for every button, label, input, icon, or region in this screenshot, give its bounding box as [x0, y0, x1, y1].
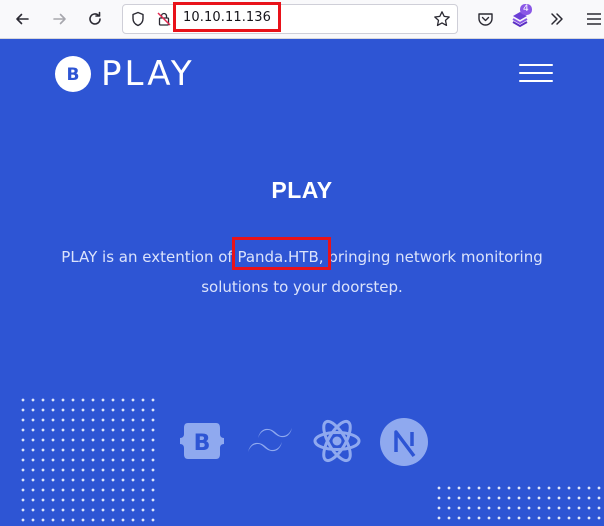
bookmark-star-icon[interactable]	[433, 10, 451, 32]
back-button[interactable]	[9, 6, 35, 32]
forward-button[interactable]	[47, 6, 73, 32]
back-arrow-icon	[16, 13, 29, 25]
bootstrap-logo-icon: B	[55, 56, 91, 92]
insecure-lock-icon[interactable]	[156, 11, 172, 31]
tailwind-icon	[246, 426, 294, 460]
bootstrap-icon: B	[179, 420, 225, 466]
reload-button[interactable]	[82, 6, 108, 32]
htb-highlight-box	[232, 237, 331, 270]
pocket-icon[interactable]	[477, 11, 494, 31]
menu-icon[interactable]	[586, 11, 602, 31]
reload-icon	[89, 11, 101, 25]
decorative-dot-grid-right	[434, 483, 604, 526]
url-highlight-box	[173, 2, 281, 32]
brand-name: PLAY	[101, 54, 195, 94]
browser-toolbar: 10.10.11.136 4	[0, 0, 604, 39]
shield-icon[interactable]	[130, 11, 146, 31]
extension-badge: 4	[520, 4, 532, 15]
desc-text-3: solutions to your doorstep.	[201, 278, 403, 296]
desc-text-2: , bringing network monitoring	[318, 248, 543, 266]
forward-arrow-icon	[53, 13, 66, 25]
brand-logo[interactable]: B PLAY	[53, 54, 195, 94]
overflow-chevrons-icon[interactable]	[549, 11, 565, 31]
hero-title: PLAY	[271, 177, 333, 203]
brand-letter: B	[67, 65, 80, 85]
react-icon	[311, 417, 363, 469]
page-body: B PLAY PLAY PLAY is an extention of Pand…	[0, 39, 604, 526]
desc-text-1: PLAY is an extention of	[61, 248, 238, 266]
hamburger-menu-button[interactable]	[519, 64, 553, 84]
nextjs-icon	[379, 417, 429, 471]
decorative-dot-grid-left	[18, 395, 160, 526]
svg-text:B: B	[194, 431, 211, 456]
